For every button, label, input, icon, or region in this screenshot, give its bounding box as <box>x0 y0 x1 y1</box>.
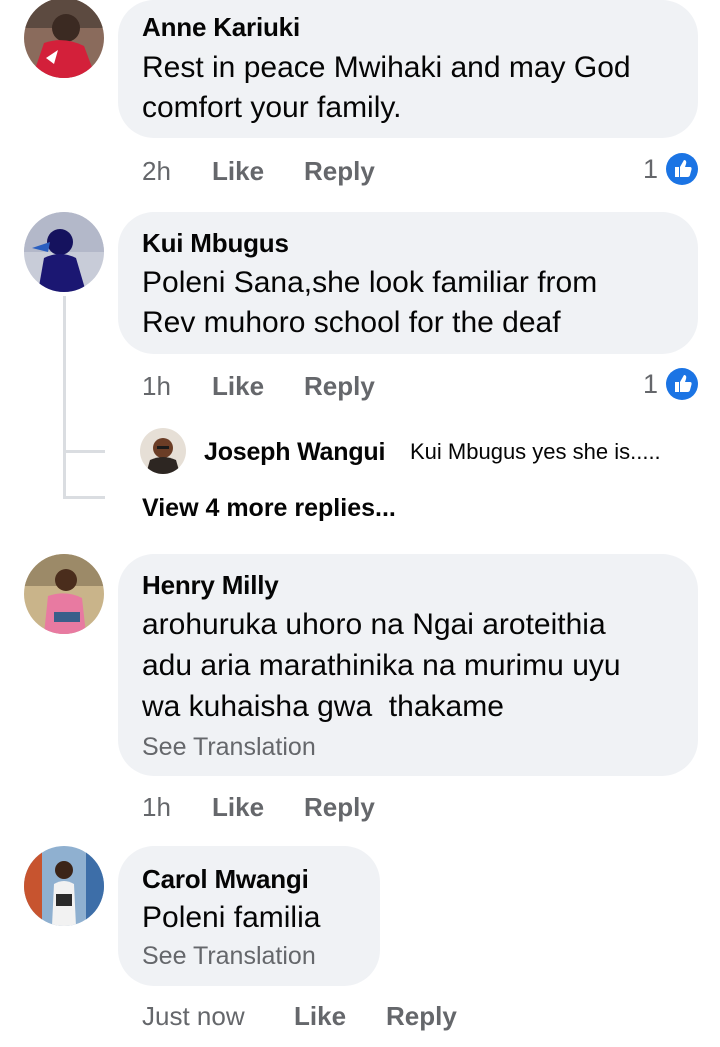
thread-connector-branch <box>63 450 105 453</box>
comment-timestamp[interactable]: 1h <box>142 371 171 402</box>
avatar[interactable] <box>140 428 186 474</box>
avatar[interactable] <box>24 846 104 926</box>
comment-author[interactable]: Henry Milly <box>142 570 279 601</box>
like-button[interactable]: Like <box>212 156 264 187</box>
like-button[interactable]: Like <box>212 371 264 402</box>
reply-button[interactable]: Reply <box>386 1001 457 1032</box>
comment-author[interactable]: Carol Mwangi <box>142 864 309 895</box>
thread-connector <box>63 296 66 496</box>
comment-text-line: comfort your family. <box>142 91 402 124</box>
thread-connector-branch <box>63 496 105 499</box>
comment-text-line: Poleni Sana,she look familiar from <box>142 266 598 299</box>
avatar-photo <box>24 554 104 634</box>
avatar-photo <box>24 846 104 926</box>
comment: Kui Mbugus Poleni Sana,she look familiar… <box>0 200 720 530</box>
comment-text-line: Poleni familia <box>142 901 321 934</box>
comment-text-line: wa kuhaisha gwa thakame <box>142 690 504 723</box>
view-more-replies-link[interactable]: View 4 more replies... <box>142 494 396 523</box>
avatar[interactable] <box>24 554 104 634</box>
comment-timestamp[interactable]: 1h <box>142 792 171 823</box>
comment-author[interactable]: Anne Kariuki <box>142 12 300 43</box>
reply-text: Kui Mbugus yes she is..... <box>410 439 661 464</box>
comment-text-line: Rev muhoro school for the deaf <box>142 306 561 339</box>
comment: Anne Kariuki Rest in peace Mwihaki and m… <box>0 0 720 200</box>
comment-text-line: Rest in peace Mwihaki and may God <box>142 51 631 84</box>
thumbs-up-icon[interactable] <box>666 153 698 185</box>
reaction-count[interactable]: 1 <box>643 154 658 185</box>
comment: Henry Milly arohuruka uhoro na Ngai arot… <box>0 530 720 840</box>
avatar-photo <box>24 0 104 78</box>
avatar-photo <box>24 212 104 292</box>
reply-preview[interactable]: Joseph Wangui Kui Mbugus yes she is..... <box>140 428 710 474</box>
reply-button[interactable]: Reply <box>304 792 375 823</box>
comment: Carol Mwangi Poleni familia See Translat… <box>0 840 720 1047</box>
avatar[interactable] <box>24 0 104 78</box>
see-translation-link[interactable]: See Translation <box>142 733 316 762</box>
comment-text-line: adu aria marathinika na murimu uyu <box>142 649 621 682</box>
comment-author[interactable]: Kui Mbugus <box>142 228 289 259</box>
reply-button[interactable]: Reply <box>304 156 375 187</box>
like-button[interactable]: Like <box>212 792 264 823</box>
avatar[interactable] <box>24 212 104 292</box>
avatar-photo <box>140 428 186 474</box>
thumbs-up-icon[interactable] <box>666 368 698 400</box>
comment-text-line: arohuruka uhoro na Ngai aroteithia <box>142 608 606 641</box>
reply-author[interactable]: Joseph Wangui <box>204 438 385 467</box>
reaction-count[interactable]: 1 <box>643 369 658 400</box>
reply-button[interactable]: Reply <box>304 371 375 402</box>
like-button[interactable]: Like <box>294 1001 346 1032</box>
comment-timestamp[interactable]: Just now <box>142 1001 245 1032</box>
see-translation-link[interactable]: See Translation <box>142 942 316 971</box>
comment-timestamp[interactable]: 2h <box>142 156 171 187</box>
